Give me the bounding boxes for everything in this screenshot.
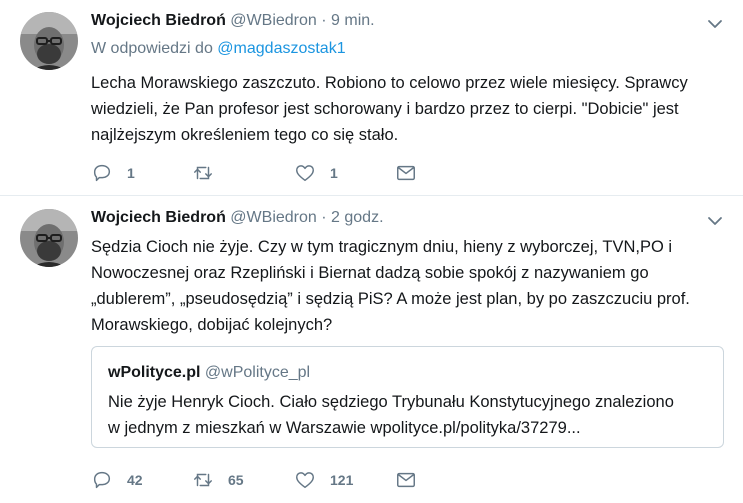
heart-icon xyxy=(296,165,314,182)
chevron-down-icon[interactable] xyxy=(707,16,723,32)
direct-message-button[interactable] xyxy=(395,469,417,491)
like-count: 1 xyxy=(330,165,338,181)
quoted-author-name: wPolityce.pl xyxy=(108,364,201,381)
quoted-tweet-text: Nie żyje Henryk Cioch. Ciało sędziego Tr… xyxy=(108,393,674,437)
like-button[interactable]: 121 xyxy=(294,469,353,491)
retweet-button[interactable]: 65 xyxy=(192,469,244,491)
separator-dot: · xyxy=(321,12,327,29)
retweet-icon xyxy=(194,166,212,180)
tweet-header: Wojciech Biedroń @WBiedron · 9 min. xyxy=(91,11,375,31)
author-handle[interactable]: @WBiedron xyxy=(230,209,317,226)
reply-handle-link[interactable]: @magdaszostak1 xyxy=(217,40,345,57)
author-name[interactable]: Wojciech Biedroń xyxy=(91,12,226,29)
reply-count: 42 xyxy=(127,472,143,488)
tweet-text: Lecha Morawskiego zaszczuto. Robiono to … xyxy=(91,74,688,144)
quoted-author-handle: @wPolityce_pl xyxy=(204,364,311,381)
tweet-text: Sędzia Cioch nie żyje. Czy w tym tragicz… xyxy=(91,238,690,334)
retweet-button[interactable] xyxy=(192,162,228,184)
tweet[interactable]: Wojciech Biedroń @WBiedron · 2 godz. Sęd… xyxy=(0,197,743,503)
tweet-header: Wojciech Biedroń @WBiedron · 2 godz. xyxy=(91,208,384,228)
reply-prefix: W odpowiedzi do xyxy=(91,40,213,57)
reply-button[interactable]: 42 xyxy=(91,469,143,491)
avatar[interactable] xyxy=(20,209,78,267)
like-button[interactable]: 1 xyxy=(294,162,338,184)
avatar[interactable] xyxy=(20,12,78,70)
separator-dot: · xyxy=(321,209,327,226)
retweet-icon xyxy=(194,473,212,487)
reply-icon xyxy=(93,471,111,489)
heart-icon xyxy=(296,472,314,489)
retweet-count: 65 xyxy=(228,472,244,488)
author-name[interactable]: Wojciech Biedroń xyxy=(91,209,226,226)
tweet-actions: 1 1 xyxy=(91,162,511,184)
reply-button[interactable]: 1 xyxy=(91,162,135,184)
quoted-tweet[interactable]: wPolityce.pl @wPolityce_pl Nie żyje Henr… xyxy=(91,346,724,448)
author-handle[interactable]: @WBiedron xyxy=(230,12,317,29)
envelope-icon xyxy=(397,165,415,181)
direct-message-button[interactable] xyxy=(395,162,417,184)
reply-count: 1 xyxy=(127,165,135,181)
tweet-time[interactable]: 9 min. xyxy=(331,12,375,29)
reply-context: W odpowiedzi do @magdaszostak1 xyxy=(91,40,346,58)
tweet-time[interactable]: 2 godz. xyxy=(331,209,383,226)
chevron-down-icon[interactable] xyxy=(707,213,723,229)
tweet-actions: 42 65 121 xyxy=(91,469,511,491)
quoted-tweet-header: wPolityce.pl @wPolityce_pl xyxy=(108,364,310,382)
tweet[interactable]: Wojciech Biedroń @WBiedron · 9 min. W od… xyxy=(0,0,743,196)
envelope-icon xyxy=(397,472,415,488)
reply-icon xyxy=(93,164,111,182)
like-count: 121 xyxy=(330,472,354,488)
